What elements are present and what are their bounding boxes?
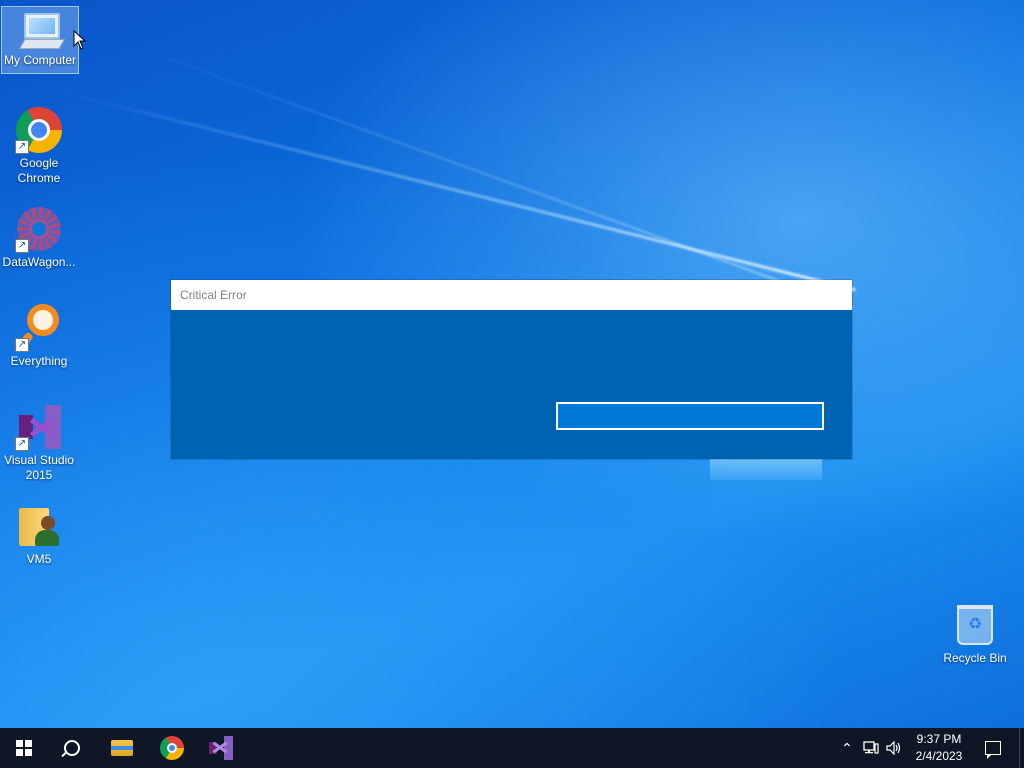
chrome-icon	[160, 736, 184, 760]
show-desktop-button[interactable]	[1019, 728, 1024, 768]
dialog-action-button[interactable]	[556, 402, 824, 430]
file-explorer-icon	[111, 740, 133, 756]
taskbar-clock[interactable]: 9:37 PM 2/4/2023	[906, 731, 972, 765]
computer-icon	[16, 7, 65, 51]
desktop-icon-label: VM5	[26, 552, 52, 566]
desktop-icon-label: Visual Studio	[4, 453, 74, 467]
taskbar-file-explorer[interactable]	[98, 728, 146, 768]
search-button[interactable]	[48, 728, 96, 768]
action-center-button[interactable]	[978, 728, 1008, 768]
wallpaper-light-beam	[59, 90, 856, 292]
desktop-icon-label: DataWagon...	[2, 255, 76, 269]
desktop-icon-label: Recycle Bin	[943, 651, 1007, 665]
taskbar-chrome[interactable]	[148, 728, 196, 768]
shortcut-arrow-icon: ↗	[15, 239, 29, 253]
shortcut-arrow-icon: ↗	[15, 338, 29, 352]
taskbar: ⌃ 9:37 PM 2/4/2023	[0, 728, 1024, 768]
network-icon	[863, 741, 879, 754]
shortcut-arrow-icon: ↗	[15, 437, 29, 451]
desktop-icon-label: Google	[19, 156, 59, 170]
visual-studio-icon	[209, 736, 233, 760]
search-icon	[64, 740, 80, 756]
desktop-wallpaper: My Computer ↗ Google Chrome ↗ DataWagon.…	[0, 0, 1024, 728]
desktop-icon-label: 2015	[25, 468, 53, 482]
action-center-icon	[985, 741, 1001, 759]
wallpaper-light-beam	[119, 40, 853, 309]
desktop-icon-label: My Computer	[3, 53, 77, 67]
show-hidden-icons-button[interactable]: ⌃	[836, 728, 858, 768]
desktop-icon-everything[interactable]: ↗ Everything	[1, 304, 77, 369]
desktop-icon-label: Everything	[10, 354, 68, 368]
dialog-title: Critical Error	[171, 280, 852, 310]
user-folder-icon	[15, 502, 63, 550]
chevron-up-icon: ⌃	[841, 739, 853, 756]
everything-icon: ↗	[15, 304, 63, 352]
chrome-icon: ↗	[15, 106, 63, 154]
datawagon-icon: ↗	[15, 205, 63, 253]
start-button[interactable]	[0, 728, 48, 768]
network-button[interactable]	[860, 728, 882, 768]
clock-date: 2/4/2023	[915, 749, 963, 763]
taskbar-visual-studio[interactable]	[197, 728, 245, 768]
desktop-icon-label: Chrome	[17, 171, 61, 185]
visual-studio-icon: ↗	[15, 403, 63, 451]
desktop-icon-visual-studio[interactable]: ↗ Visual Studio 2015	[1, 403, 77, 483]
desktop-icon-my-computer[interactable]: My Computer	[1, 6, 79, 74]
clock-time: 9:37 PM	[916, 732, 962, 746]
shortcut-arrow-icon: ↗	[15, 140, 29, 154]
desktop-icon-google-chrome[interactable]: ↗ Google Chrome	[1, 106, 77, 186]
windows-start-icon	[16, 740, 32, 756]
desktop-icon-recycle-bin[interactable]: ♻ Recycle Bin	[937, 601, 1013, 666]
desktop-icon-vm5[interactable]: VM5	[1, 502, 77, 567]
desktop-icon-datawagon[interactable]: ↗ DataWagon...	[1, 205, 77, 270]
volume-icon	[886, 741, 901, 755]
critical-error-dialog: Critical Error	[171, 280, 852, 459]
recycle-bin-icon: ♻	[951, 601, 999, 649]
volume-button[interactable]	[883, 728, 905, 768]
